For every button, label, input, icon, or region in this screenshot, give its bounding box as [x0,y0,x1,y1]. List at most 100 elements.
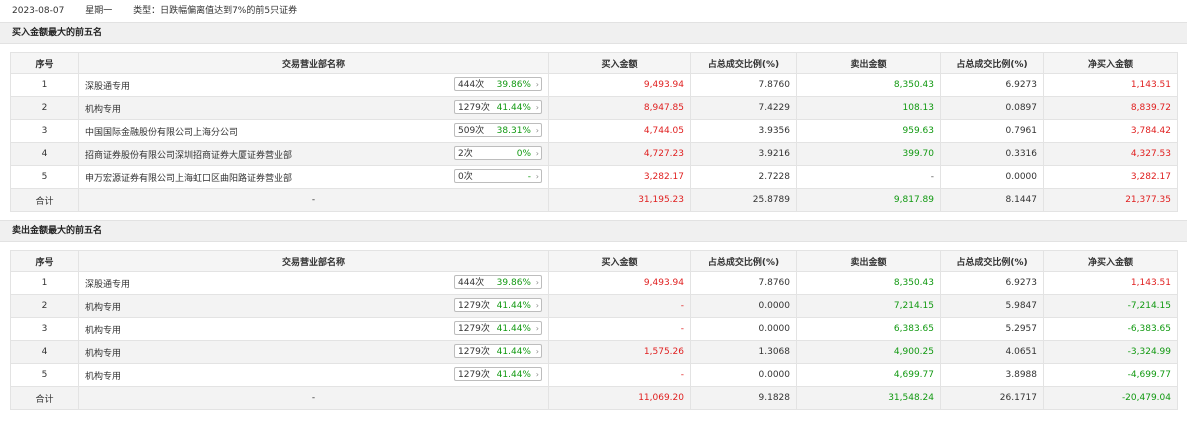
buy-ratio: 3.9216 [690,142,797,166]
sell-amount: 399.70 [796,142,941,166]
broker-stats-badge[interactable]: 1279次 41.44% › [454,321,542,335]
row-number: 4 [10,340,79,364]
row-number: 3 [10,317,79,341]
total-buy: 11,069.20 [548,386,691,410]
broker-name: 招商证券股份有限公司深圳招商证券大厦证券营业部 [85,150,293,161]
net-amount: -7,214.15 [1043,294,1178,318]
net-amount: 1,143.51 [1043,73,1178,97]
broker-name: 机构专用 [85,348,122,359]
buy-amount: 1,575.26 [548,340,691,364]
broker-rate: 41.44% [496,370,531,380]
row-number: 5 [10,165,79,189]
chevron-right-icon: › [535,370,539,379]
buy-ratio: 2.7228 [690,165,797,189]
table-row: 4 机构专用 1279次 41.44% › 1,575.26 1.3068 4,900.25 4… [10,340,1178,364]
buy-ratio: 0.0000 [690,317,797,341]
broker-stats-badge[interactable]: 509次 38.31% › [454,123,542,137]
total-buy: 31,195.23 [548,188,691,212]
total-sell: 31,548.24 [796,386,941,410]
buy-ratio: 7.8760 [690,73,797,97]
sell-ratio: 3.8988 [940,363,1044,387]
buy-table-wrap: 序号 交易营业部名称 买入金额 占总成交比例(%) 卖出金额 占总成交比例(%)… [10,52,1178,212]
net-amount: 8,839.72 [1043,96,1178,120]
chevron-right-icon: › [535,347,539,356]
broker-count: 1279次 [458,103,490,113]
col-header-sell: 卖出金额 [796,52,941,74]
sell-amount: 108.13 [796,96,941,120]
col-header-buy: 买入金额 [548,52,691,74]
sell-section-title: 卖出金额最大的前五名 [0,220,1187,242]
sell-ratio: 0.0897 [940,96,1044,120]
chevron-right-icon: › [535,324,539,333]
type-text: 类型：日跌幅偏离值达到7%的前5只证券 [133,6,298,16]
buy-ratio: 7.4229 [690,96,797,120]
broker-name: 深股通专用 [85,279,131,290]
broker-stats-badge[interactable]: 444次 39.86% › [454,275,542,289]
col-header-buy-pct: 占总成交比例(%) [690,250,797,272]
sell-amount: 8,350.43 [796,271,941,295]
sell-amount: 6,383.65 [796,317,941,341]
broker-stats-badge[interactable]: 1279次 41.44% › [454,344,542,358]
net-amount: -3,324.99 [1043,340,1178,364]
buy-ratio: 7.8760 [690,271,797,295]
broker-rate: 41.44% [496,301,531,311]
table-row: 3 机构专用 1279次 41.44% › -0.0000 6,383.65 5.2957 -6… [10,317,1178,341]
table-row: 4 招商证券股份有限公司深圳招商证券大厦证券营业部 2次 0% › 4,727.23 3.9… [10,142,1178,166]
broker-name: 申万宏源证券有限公司上海虹口区曲阳路证券营业部 [85,173,293,184]
col-header-no: 序号 [10,250,79,272]
buy-ratio: 0.0000 [690,363,797,387]
broker-count: 1279次 [458,301,490,311]
table-row: 1 深股通专用 444次 39.86% › 9,493.94 7.8760 8,350.43 6… [10,271,1178,295]
broker-rate: 39.86% [496,278,531,288]
broker-name: 深股通专用 [85,81,131,92]
col-header-sell: 卖出金额 [796,250,941,272]
col-header-name: 交易营业部名称 [78,52,549,74]
chevron-right-icon: › [535,103,539,112]
row-number: 3 [10,119,79,143]
col-header-buy: 买入金额 [548,250,691,272]
broker-count: 1279次 [458,324,490,334]
net-amount: -4,699.77 [1043,363,1178,387]
row-number: 1 [10,73,79,97]
buy-section-title: 买入金额最大的前五名 [0,22,1187,44]
col-header-name: 交易营业部名称 [78,250,549,272]
sell-ratio: 0.0000 [940,165,1044,189]
sell-ratio: 6.9273 [940,73,1044,97]
total-label: 合计 [10,188,79,212]
broker-stats-badge[interactable]: 0次 - › [454,169,542,183]
date-text: 2023-08-07 [12,6,65,16]
row-number: 2 [10,294,79,318]
net-amount: 4,327.53 [1043,142,1178,166]
col-header-net: 净买入金额 [1043,250,1178,272]
sell-amount: 8,350.43 [796,73,941,97]
broker-rate: 41.44% [496,347,531,357]
broker-rate: - [527,172,531,182]
sell-amount: - [796,165,941,189]
col-header-net: 净买入金额 [1043,52,1178,74]
col-header-no: 序号 [10,52,79,74]
broker-stats-badge[interactable]: 2次 0% › [454,146,542,160]
buy-table: 序号 交易营业部名称 买入金额 占总成交比例(%) 卖出金额 占总成交比例(%)… [10,52,1178,212]
sell-ratio: 5.9847 [940,294,1044,318]
broker-rate: 41.44% [496,324,531,334]
table-row: 2 机构专用 1279次 41.44% › -0.0000 7,214.15 5.9847 -7… [10,294,1178,318]
sell-amount: 7,214.15 [796,294,941,318]
broker-stats-badge[interactable]: 1279次 41.44% › [454,298,542,312]
sell-ratio: 0.3316 [940,142,1044,166]
buy-amount: 4,744.05 [548,119,691,143]
sell-table-wrap: 序号 交易营业部名称 买入金额 占总成交比例(%) 卖出金额 占总成交比例(%)… [10,250,1178,410]
buy-amount: - [548,317,691,341]
broker-stats-badge[interactable]: 1279次 41.44% › [454,367,542,381]
broker-stats-badge[interactable]: 444次 39.86% › [454,77,542,91]
broker-name-cell: 深股通专用 444次 39.86% › [78,73,549,97]
buy-ratio: 0.0000 [690,294,797,318]
broker-name-cell: 中国国际金融股份有限公司上海分公司 509次 38.31% › [78,119,549,143]
broker-name: 机构专用 [85,302,122,313]
table-row: 2 机构专用 1279次 41.44% › 8,947.85 7.4229 108.13 0.0… [10,96,1178,120]
total-label: 合计 [10,386,79,410]
broker-rate: 41.44% [496,103,531,113]
broker-rate: 0% [516,149,531,159]
total-name: - [78,188,549,212]
broker-stats-badge[interactable]: 1279次 41.44% › [454,100,542,114]
table-row: 5 机构专用 1279次 41.44% › -0.0000 4,699.77 3.8988 -4… [10,363,1178,387]
